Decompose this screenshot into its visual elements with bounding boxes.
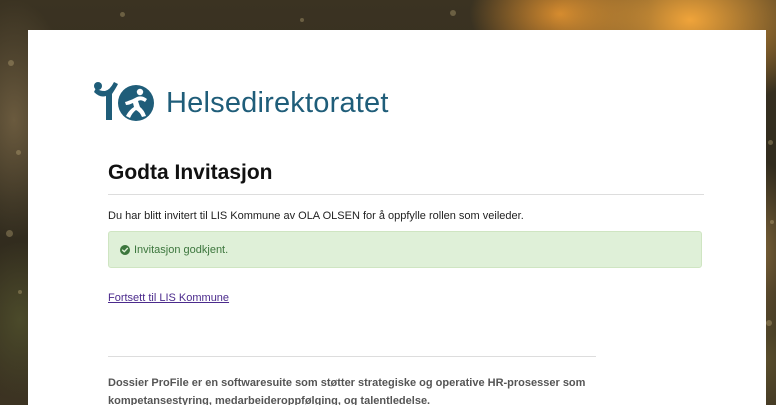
page-title: Godta Invitasjon bbox=[108, 161, 273, 184]
helsedirektoratet-logo-icon bbox=[94, 82, 154, 121]
alert-text: Invitasjon godkjent. bbox=[134, 243, 229, 256]
success-alert: Invitasjon godkjent. bbox=[108, 231, 702, 268]
divider bbox=[108, 194, 704, 195]
check-circle-icon bbox=[120, 244, 130, 255]
invitation-message: Du har blitt invitert til LIS Kommune av… bbox=[108, 210, 524, 222]
continue-link[interactable]: Fortsett til LIS Kommune bbox=[108, 292, 229, 304]
content-card: Helsedirektoratet Godta Invitasjon Du ha… bbox=[28, 30, 766, 405]
brand-name: Helsedirektoratet bbox=[166, 86, 389, 119]
footer-divider bbox=[108, 356, 596, 357]
footer-description: Dossier ProFile er en softwaresuite som … bbox=[108, 377, 586, 405]
brand-logo: Helsedirektoratet bbox=[92, 78, 389, 128]
